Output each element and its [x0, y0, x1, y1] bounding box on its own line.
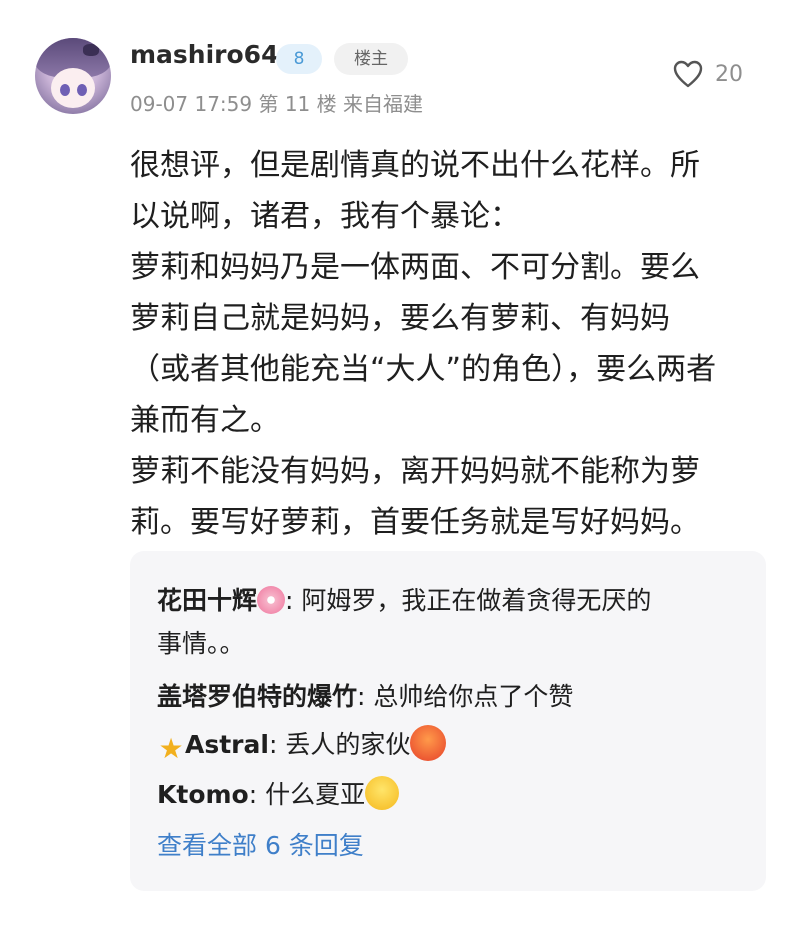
avatar-face	[51, 68, 95, 108]
reply-author[interactable]: Ktomo	[157, 780, 249, 809]
comment-body: 很想评，但是剧情真的说不出什么花样。所 以说啊，诸君，我有个暴论： 萝莉和妈妈乃…	[130, 140, 770, 548]
reply-item[interactable]: 花田十辉 : 阿姆罗，我正在做着贪得无厌的 事情。。	[157, 579, 737, 665]
replies-panel[interactable]: 花田十辉 : 阿姆罗，我正在做着贪得无厌的 事情。。 盖塔罗伯特的爆竹: 总帅给你…	[130, 551, 766, 891]
like-count: 20	[715, 61, 743, 87]
comment-line: 萝莉不能没有妈妈，离开妈妈就不能称为萝	[130, 454, 700, 489]
username[interactable]: mashiro64	[130, 40, 278, 69]
reply-author[interactable]: 花田十辉	[157, 586, 257, 615]
level-badge: 8	[276, 44, 322, 74]
comment-line: 很想评，但是剧情真的说不出什么花样。所	[130, 148, 700, 183]
reply-author[interactable]: Astral	[185, 730, 269, 759]
avatar-eye	[60, 84, 70, 96]
comment-line: 以说啊，诸君，我有个暴论：	[130, 199, 520, 234]
op-badge: 楼主	[334, 43, 408, 75]
reply-text-continued: 事情。。	[157, 629, 245, 658]
view-all-replies-link[interactable]: 查看全部 6 条回复	[157, 826, 364, 862]
cherry-blossom-icon	[257, 586, 286, 614]
reply-author[interactable]: 盖塔罗伯特的爆竹	[157, 682, 357, 711]
reply-text: : 什么夏亚	[248, 780, 366, 809]
comment-line: 萝莉自己就是妈妈，要么有萝莉、有妈妈	[130, 301, 670, 336]
like-button[interactable]: 20	[673, 60, 743, 88]
reply-item[interactable]: ★Astral: 丢人的家伙	[157, 723, 737, 766]
reply-text: : 总帅给你点了个赞	[357, 682, 574, 711]
comment-line: （或者其他能充当“大人”的角色），要么两者	[130, 352, 717, 387]
comment-line: 兼而有之。	[130, 403, 280, 438]
comment-line: 萝莉和妈妈乃是一体两面、不可分割。要么	[130, 250, 700, 285]
angry-face-icon	[410, 725, 447, 761]
comment-line: 莉。要写好萝莉，首要任务就是写好妈妈。	[130, 505, 700, 540]
star-icon: ★	[158, 732, 184, 765]
reply-text: : 丢人的家伙	[268, 730, 411, 759]
avatar-eye	[77, 84, 87, 96]
heart-icon	[673, 60, 703, 88]
reply-item[interactable]: Ktomo: 什么夏亚	[157, 773, 737, 816]
reply-item[interactable]: 盖塔罗伯特的爆竹: 总帅给你点了个赞	[157, 675, 737, 718]
laughing-face-icon	[365, 776, 400, 810]
reply-text: : 阿姆罗，我正在做着贪得无厌的	[285, 586, 652, 615]
post-meta: 09-07 17:59 第 11 楼 来自福建	[130, 92, 423, 116]
avatar-bow	[83, 44, 99, 56]
avatar[interactable]	[35, 38, 111, 114]
